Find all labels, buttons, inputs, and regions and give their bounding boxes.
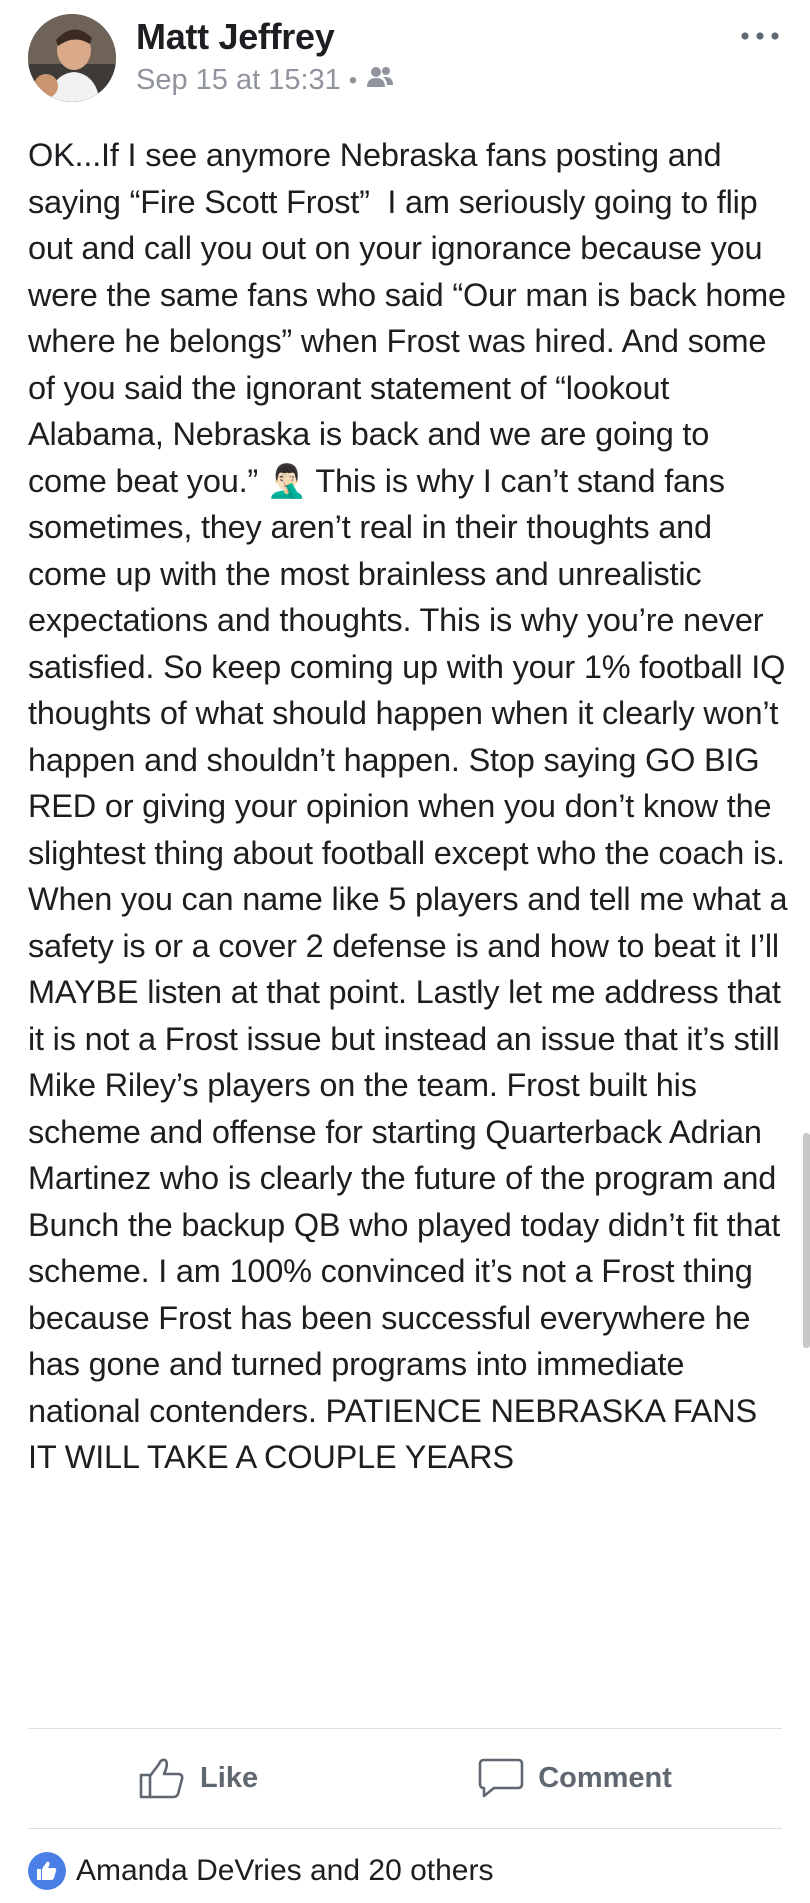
thumbs-up-icon: [139, 1758, 184, 1799]
comment-icon: [478, 1758, 524, 1798]
more-options-icon[interactable]: [732, 18, 788, 54]
facebook-post: Matt Jeffrey Sep 15 at 15:31 • OK...If I…: [0, 0, 810, 1903]
post-body: OK...If I see anymore Nebraska fans post…: [28, 137, 797, 1475]
post-actions: Like Comment: [28, 1730, 782, 1826]
like-label: Like: [200, 1761, 259, 1794]
friends-icon: [365, 64, 395, 97]
comment-button[interactable]: Comment: [478, 1757, 672, 1799]
like-button[interactable]: Like: [138, 1756, 258, 1800]
avatar-image: [28, 14, 116, 102]
post-meta: Sep 15 at 15:31 •: [136, 64, 395, 97]
meta-separator: •: [348, 66, 358, 94]
divider-bottom: [28, 1828, 782, 1829]
like-reaction-icon: [28, 1852, 66, 1890]
comment-label: Comment: [538, 1761, 672, 1794]
reactions-text: Amanda DeVries and 20 others: [76, 1854, 494, 1887]
scrollbar-thumb[interactable]: [803, 1133, 810, 1348]
post-header: Matt Jeffrey Sep 15 at 15:31 •: [28, 14, 788, 104]
divider-top: [28, 1728, 782, 1729]
reactions-summary[interactable]: Amanda DeVries and 20 others: [28, 1852, 493, 1890]
author-name[interactable]: Matt Jeffrey: [136, 16, 335, 58]
avatar[interactable]: [28, 14, 116, 102]
post-timestamp[interactable]: Sep 15 at 15:31: [136, 64, 341, 97]
